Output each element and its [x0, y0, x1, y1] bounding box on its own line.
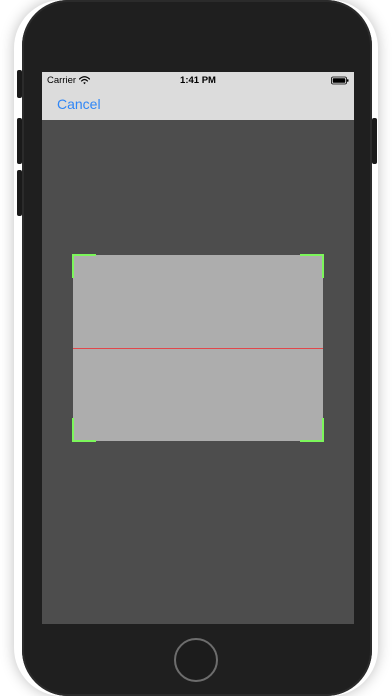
volume-up-button	[17, 118, 22, 164]
screen: Carrier 1:41 PM Cancel	[42, 72, 354, 624]
status-bar: Carrier 1:41 PM	[42, 72, 354, 90]
volume-down-button	[17, 170, 22, 216]
power-button	[372, 118, 377, 164]
corner-marker-icon	[300, 254, 324, 278]
navigation-bar: Cancel	[42, 90, 354, 120]
battery-icon	[331, 76, 349, 85]
home-button[interactable]	[174, 638, 218, 682]
corner-marker-icon	[72, 418, 96, 442]
corner-marker-icon	[300, 418, 324, 442]
status-time: 1:41 PM	[180, 75, 216, 86]
corner-marker-icon	[72, 254, 96, 278]
cancel-button[interactable]: Cancel	[57, 96, 101, 112]
scan-area	[72, 254, 324, 442]
scan-line	[73, 348, 323, 349]
silent-switch	[17, 70, 22, 98]
